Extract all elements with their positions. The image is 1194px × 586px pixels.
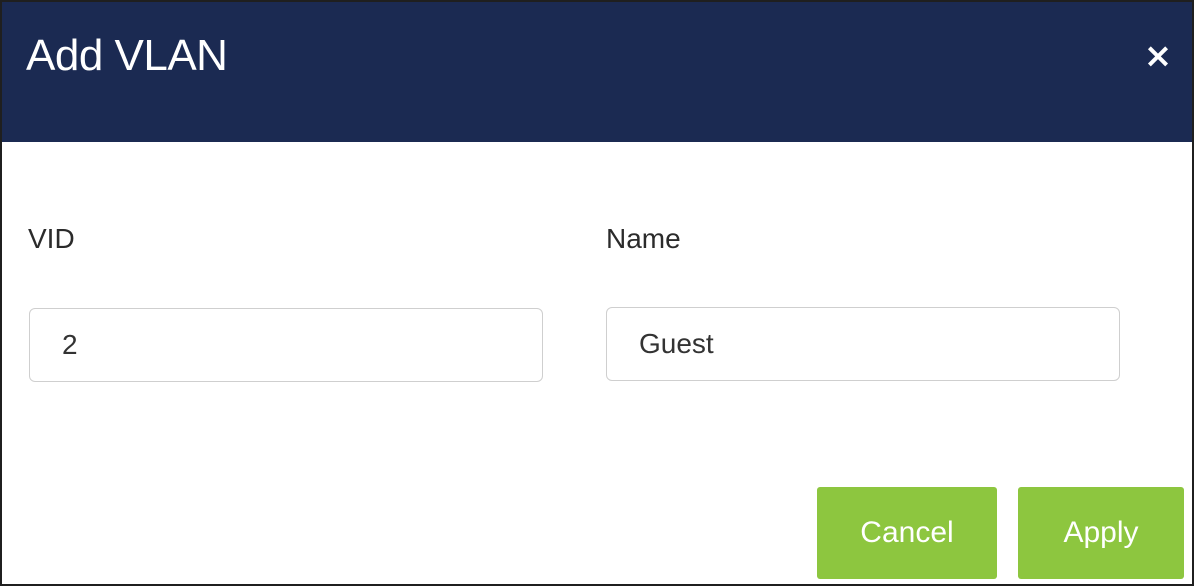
apply-button[interactable]: Apply [1018, 487, 1184, 579]
dialog-title: Add VLAN [26, 31, 228, 80]
cancel-button[interactable]: Cancel [817, 487, 997, 579]
name-input[interactable] [606, 307, 1120, 381]
add-vlan-dialog: Add VLAN × VID Name Cancel Apply [0, 0, 1194, 586]
vid-input[interactable] [29, 308, 543, 382]
vid-label: VID [28, 223, 75, 254]
name-label: Name [606, 223, 681, 254]
dialog-header: Add VLAN × [2, 2, 1192, 142]
close-icon[interactable]: × [1136, 34, 1180, 78]
